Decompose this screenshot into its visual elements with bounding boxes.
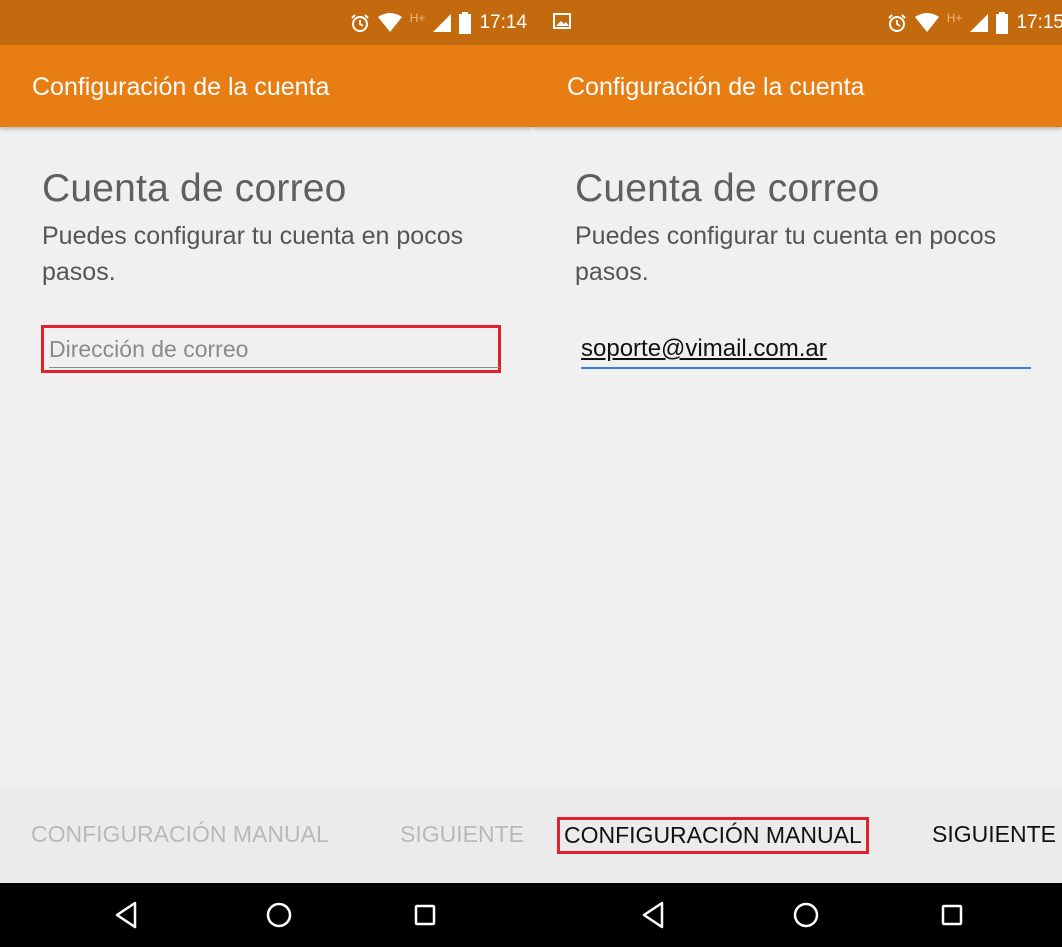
screen-left: H+ 17:14 Configuración de la cuenta Cuen… [0, 0, 533, 947]
battery-icon [459, 11, 472, 34]
next-button[interactable]: SIGUIENTE [400, 821, 524, 848]
email-field-highlight [41, 325, 501, 373]
next-button[interactable]: SIGUIENTE [932, 821, 1056, 848]
status-time: 17:15 [1016, 11, 1062, 33]
signal-icon [433, 13, 452, 32]
button-bar: CONFIGURACIÓN MANUAL SIGUIENTE [0, 788, 533, 883]
nav-bar [0, 883, 533, 947]
status-bar: H+ 17:15 [533, 0, 1062, 45]
recents-icon[interactable] [408, 898, 442, 932]
home-icon[interactable] [262, 898, 296, 932]
back-icon[interactable] [636, 898, 670, 932]
recents-icon[interactable] [935, 898, 969, 932]
image-notification-icon [553, 13, 571, 29]
nav-bar [533, 883, 1062, 947]
screen-right: H+ 17:15 Configuración de la cuenta Cuen… [533, 0, 1062, 947]
app-title: Configuración de la cuenta [32, 73, 330, 101]
field-underline [49, 367, 500, 368]
page-heading: Cuenta de correo [42, 167, 347, 210]
button-bar: CONFIGURACIÓN MANUAL SIGUIENTE [533, 788, 1062, 883]
battery-icon [996, 11, 1009, 34]
page-subtext: Puedes configurar tu cuenta en pocos pas… [575, 222, 997, 286]
status-bar: H+ 17:14 [0, 0, 533, 45]
email-field[interactable]: soporte@vimail.com.ar [581, 335, 827, 363]
app-bar: Configuración de la cuenta [533, 45, 1062, 127]
network-type: H+ [946, 10, 963, 25]
page-heading: Cuenta de correo [575, 167, 880, 210]
manual-config-button[interactable]: CONFIGURACIÓN MANUAL [557, 817, 869, 854]
back-icon[interactable] [109, 898, 143, 932]
wifi-icon [914, 12, 939, 32]
wifi-icon [377, 12, 402, 32]
email-field[interactable] [49, 334, 500, 364]
manual-config-button[interactable]: CONFIGURACIÓN MANUAL [31, 821, 329, 848]
page-subtext: Puedes configurar tu cuenta en pocos pas… [42, 222, 464, 286]
status-time: 17:14 [479, 11, 527, 33]
signal-icon [970, 13, 989, 32]
alarm-icon [351, 13, 369, 32]
field-underline-active [581, 367, 1031, 369]
app-title: Configuración de la cuenta [567, 73, 865, 101]
network-type: H+ [409, 10, 426, 25]
app-bar: Configuración de la cuenta [0, 45, 533, 127]
home-icon[interactable] [789, 898, 823, 932]
alarm-icon [888, 13, 906, 32]
